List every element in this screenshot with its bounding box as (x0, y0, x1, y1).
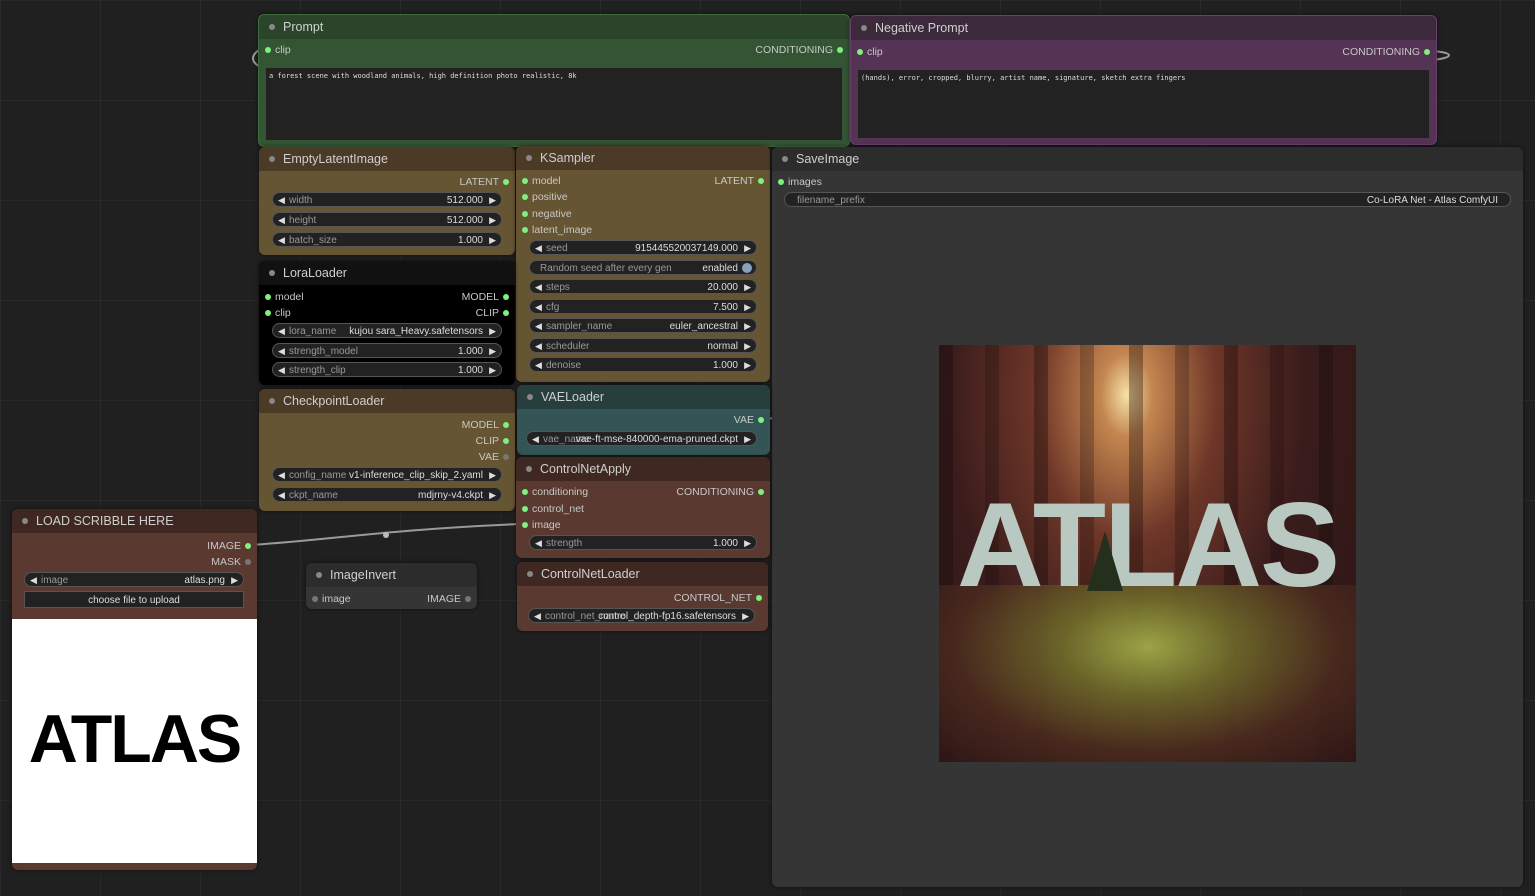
denoise-widget[interactable]: ◀ denoise 1.000 ▶ (529, 357, 757, 372)
node-title: VAELoader (541, 390, 605, 404)
collapse-dot[interactable] (269, 270, 275, 276)
upload-button[interactable]: choose file to upload (24, 591, 244, 608)
ckpt-name-widget[interactable]: ◀ ckpt_name mdjrny-v4.ckpt ▶ (272, 487, 502, 502)
collapse-dot[interactable] (527, 571, 533, 577)
output-preview-image: ATLAS (939, 345, 1356, 762)
vae-name-widget[interactable]: ◀ vae_name vae-ft-mse-840000-ema-pruned.ck… (526, 431, 757, 446)
strength-widget[interactable]: ◀ strength 1.000 ▶ (529, 535, 757, 550)
strength-clip-widget[interactable]: ◀ strength_clip 1.000 ▶ (272, 362, 502, 377)
node-title: ControlNetApply (540, 462, 632, 476)
output-image[interactable]: IMAGE (207, 539, 253, 553)
node-title: CheckpointLoader (283, 394, 385, 408)
tree-shape (1087, 531, 1123, 591)
node-title: KSampler (540, 151, 595, 165)
output-model[interactable]: MODEL (462, 418, 511, 432)
sampler-name-widget[interactable]: ◀ sampler_name euler_ancestral ▶ (529, 318, 757, 333)
input-image[interactable]: image (310, 592, 351, 606)
preview-text: ATLAS (956, 478, 1340, 612)
checkpoint-loader-node[interactable]: CheckpointLoader MODEL CLIP VAE ◀ config_… (259, 389, 515, 511)
input-negative[interactable]: negative (520, 207, 572, 221)
output-clip[interactable]: CLIP (476, 434, 511, 448)
output-model[interactable]: MODEL (462, 290, 511, 304)
output-vae[interactable]: VAE (479, 450, 511, 464)
seed-widget[interactable]: ◀ seed 915445520037149.000 ▶ (529, 240, 757, 255)
empty-latent-node[interactable]: EmptyLatentImage LATENT ◀ width 512.000 ▶ ◀… (259, 147, 515, 255)
collapse-dot[interactable] (22, 518, 28, 524)
input-positive[interactable]: positive (520, 190, 568, 204)
ksampler-node[interactable]: KSampler model LATENT positive negative … (516, 146, 770, 382)
collapse-dot[interactable] (782, 156, 788, 162)
control-net-name-widget[interactable]: ◀ control_net_name control_depth-fp16.safe… (528, 608, 755, 623)
output-image[interactable]: IMAGE (427, 592, 473, 606)
config-name-widget[interactable]: ◀ config_name v1-inference_clip_skip_2.yam… (272, 467, 502, 482)
save-image-node[interactable]: SaveImage images filename_prefix Co-LoRA … (772, 147, 1523, 887)
prompt-node[interactable]: Prompt clip CONDITIONING a forest scene … (258, 14, 850, 147)
input-clip[interactable]: clip (263, 43, 291, 57)
load-image-node[interactable]: LOAD SCRIBBLE HERE IMAGE MASK ◀ image atla… (12, 509, 257, 870)
collapse-dot[interactable] (861, 25, 867, 31)
input-image[interactable]: image (520, 518, 561, 532)
input-control-net[interactable]: control_net (520, 502, 584, 516)
node-title: EmptyLatentImage (283, 152, 388, 166)
output-conditioning[interactable]: CONDITIONING (755, 43, 845, 57)
image-invert-node[interactable]: ImageInvert image IMAGE (306, 563, 477, 609)
node-title: SaveImage (796, 152, 860, 166)
output-conditioning[interactable]: CONDITIONING (1342, 45, 1432, 59)
output-latent[interactable]: LATENT (715, 174, 766, 188)
collapse-dot[interactable] (526, 155, 532, 161)
cfg-widget[interactable]: ◀ cfg 7.500 ▶ (529, 299, 757, 314)
input-model[interactable]: model (520, 174, 561, 188)
lora-loader-node[interactable]: LoraLoader model MODEL clip CLIP ◀ lora_n… (259, 261, 515, 385)
output-conditioning[interactable]: CONDITIONING (676, 485, 766, 499)
output-control-net[interactable]: CONTROL_NET (674, 591, 764, 605)
scribble-preview-image: ATLAS (12, 619, 257, 863)
node-title: ControlNetLoader (541, 567, 640, 581)
collapse-dot[interactable] (526, 466, 532, 472)
controlnet-loader-node[interactable]: ControlNetLoader CONTROL_NET ◀ control_ne… (517, 562, 768, 631)
decrement-arrow: ◀ (278, 195, 285, 205)
lora-name-widget[interactable]: ◀ lora_name kujou sara_Heavy.safetensors ▶ (272, 323, 502, 338)
wire-midpoint (383, 532, 389, 538)
image-select-widget[interactable]: ◀ image atlas.png ▶ (24, 572, 244, 587)
input-clip[interactable]: clip (855, 45, 883, 59)
scribble-text: ATLAS (28, 701, 243, 777)
output-mask[interactable]: MASK (211, 555, 253, 569)
node-title: Negative Prompt (875, 21, 969, 35)
input-conditioning[interactable]: conditioning (520, 485, 588, 499)
vae-loader-node[interactable]: VAELoader VAE ◀ vae_name vae-ft-mse-840000… (517, 385, 770, 455)
output-clip[interactable]: CLIP (476, 306, 511, 320)
input-clip[interactable]: clip (263, 306, 291, 320)
output-latent[interactable]: LATENT (460, 175, 511, 189)
steps-widget[interactable]: ◀ steps 20.000 ▶ (529, 279, 757, 294)
collapse-dot[interactable] (316, 572, 322, 578)
input-model[interactable]: model (263, 290, 304, 304)
node-title: LOAD SCRIBBLE HERE (36, 514, 174, 528)
random-seed-toggle[interactable]: Random seed after every gen enabled (529, 260, 757, 275)
node-title: Prompt (283, 20, 324, 34)
collapse-dot[interactable] (269, 398, 275, 404)
scheduler-widget[interactable]: ◀ scheduler normal ▶ (529, 338, 757, 353)
increment-arrow: ▶ (489, 195, 496, 205)
toggle-knob-icon (742, 263, 752, 273)
filename-prefix-widget[interactable]: filename_prefix Co-LoRA Net - Atlas Comfy… (784, 192, 1511, 207)
prompt-textarea[interactable]: a forest scene with woodland animals, hi… (266, 68, 842, 140)
input-images[interactable]: images (776, 175, 822, 189)
collapse-dot[interactable] (269, 156, 275, 162)
height-widget[interactable]: ◀ height 512.000 ▶ (272, 212, 502, 227)
input-latent-image[interactable]: latent_image (520, 223, 592, 237)
negative-textarea[interactable]: (hands), error, cropped, blurry, artist … (858, 70, 1429, 138)
output-vae[interactable]: VAE (734, 413, 766, 427)
width-widget[interactable]: ◀ width 512.000 ▶ (272, 192, 502, 207)
collapse-dot[interactable] (269, 24, 275, 30)
negative-prompt-node[interactable]: Negative Prompt clip CONDITIONING (hands… (850, 15, 1437, 145)
controlnet-apply-node[interactable]: ControlNetApply conditioning CONDITIONIN… (516, 457, 770, 558)
collapse-dot[interactable] (527, 394, 533, 400)
strength-model-widget[interactable]: ◀ strength_model 1.000 ▶ (272, 343, 502, 358)
batch-size-widget[interactable]: ◀ batch_size 1.000 ▶ (272, 232, 502, 247)
node-title: ImageInvert (330, 568, 397, 582)
node-title: LoraLoader (283, 266, 347, 280)
